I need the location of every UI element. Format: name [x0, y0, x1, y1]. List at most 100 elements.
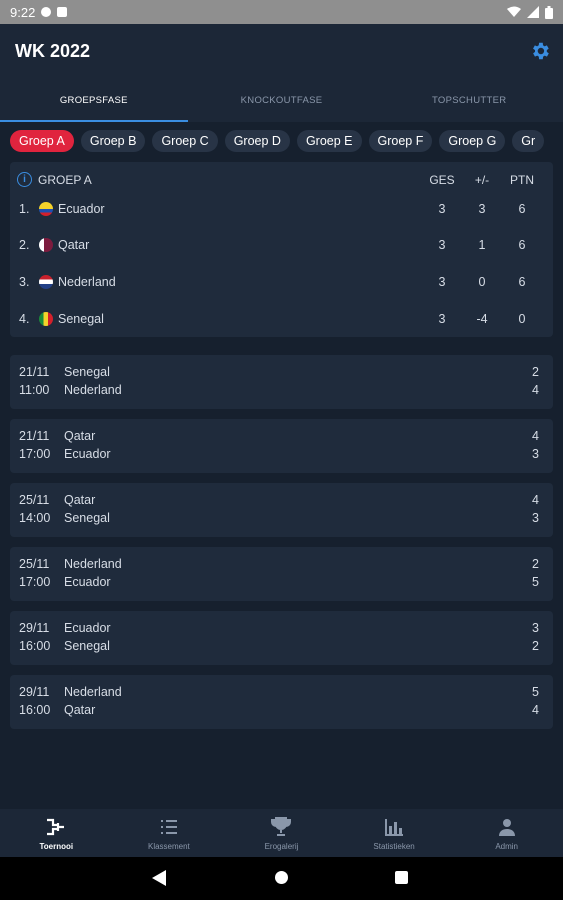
tab-groepsfase[interactable]: GROEPSFASE [0, 78, 188, 122]
match-time: 17:00 [19, 447, 51, 461]
away-score: 2 [532, 639, 539, 653]
chip-groep-a[interactable]: Groep A [10, 130, 74, 152]
match-card[interactable]: 21/11 11:00 Senegal Nederland 2 4 [10, 355, 553, 409]
match-date: 25/11 [19, 493, 50, 507]
chip-groep-b[interactable]: Groep B [80, 130, 146, 152]
match-card[interactable]: 25/11 17:00 Nederland Ecuador 2 5 [10, 547, 553, 601]
team-diff: 1 [478, 238, 486, 252]
status-bar: 9:22 [0, 0, 563, 24]
ecuador-flag-icon [39, 202, 53, 216]
home-team: Qatar [64, 493, 96, 507]
away-score: 5 [532, 575, 539, 589]
team-position: 1. [19, 202, 30, 216]
netherlands-flag-icon [39, 275, 53, 289]
nav-label: Statistieken [373, 842, 415, 851]
away-score: 3 [532, 447, 539, 461]
match-card[interactable]: 21/11 17:00 Qatar Ecuador 4 3 [10, 419, 553, 473]
nav-toernooi[interactable]: Toernooi [0, 809, 113, 857]
nav-admin[interactable]: Admin [450, 809, 563, 857]
nav-label: Erogalerij [264, 842, 299, 851]
bracket-icon [45, 816, 67, 838]
match-date: 29/11 [19, 621, 50, 635]
team-name: Nederland [58, 275, 116, 289]
away-team: Nederland [64, 383, 122, 397]
chip-groep-c[interactable]: Groep C [152, 130, 218, 152]
chip-groep-g[interactable]: Groep G [439, 130, 506, 152]
chip-groep-d[interactable]: Groep D [224, 130, 290, 152]
tab-bar: GROEPSFASE KNOCKOUTFASE TOPSCHUTTER [0, 78, 563, 122]
team-ges: 3 [438, 312, 446, 326]
standings-header: i GROEP A GES +/- PTN [10, 170, 553, 190]
notification-icon [41, 7, 52, 17]
system-navigation-bar [0, 857, 563, 900]
match-time: 16:00 [19, 639, 51, 653]
app-notification-icon [57, 7, 68, 17]
standings-row[interactable]: 2. Qatar 3 1 6 [10, 235, 553, 255]
away-team: Qatar [64, 703, 96, 717]
tab-topschutter[interactable]: TOPSCHUTTER [375, 78, 563, 122]
home-score: 4 [532, 493, 539, 507]
team-position: 2. [19, 238, 30, 252]
standings-row[interactable]: 1. Ecuador 3 3 6 [10, 199, 553, 219]
standings-card: i GROEP A GES +/- PTN 1. Ecuador 3 3 6 2… [10, 162, 553, 337]
team-position: 4. [19, 312, 30, 326]
home-icon[interactable] [275, 871, 288, 884]
signal-icon [527, 6, 539, 18]
team-ges: 3 [438, 238, 446, 252]
match-card[interactable]: 29/11 16:00 Nederland Qatar 5 4 [10, 675, 553, 729]
team-name: Qatar [58, 238, 90, 252]
home-team: Nederland [64, 685, 122, 699]
away-team: Ecuador [64, 575, 111, 589]
group-title: GROEP A [38, 173, 92, 187]
standings-row[interactable]: 3. Nederland 3 0 6 [10, 272, 553, 292]
away-team: Senegal [64, 511, 110, 525]
bar-chart-icon [384, 816, 404, 838]
tab-knockoutfase[interactable]: KNOCKOUTFASE [188, 78, 376, 122]
group-chip-list: Groep A Groep B Groep C Groep D Groep E … [10, 130, 563, 152]
chip-groep-f[interactable]: Groep F [368, 130, 433, 152]
nav-erogalerij[interactable]: Erogalerij [225, 809, 338, 857]
home-team: Senegal [64, 365, 110, 379]
senegal-flag-icon [39, 312, 53, 326]
recent-apps-icon[interactable] [395, 871, 408, 884]
nav-statistieken[interactable]: Statistieken [338, 809, 451, 857]
back-icon[interactable] [152, 870, 166, 886]
team-diff: 0 [478, 275, 486, 289]
match-card[interactable]: 25/11 14:00 Qatar Senegal 4 3 [10, 483, 553, 537]
match-card[interactable]: 29/11 16:00 Ecuador Senegal 3 2 [10, 611, 553, 665]
team-name: Ecuador [58, 202, 105, 216]
team-diff: -4 [476, 312, 488, 326]
team-ges: 3 [438, 202, 446, 216]
column-ptn: PTN [510, 173, 534, 187]
home-score: 3 [532, 621, 539, 635]
trophy-icon [270, 816, 292, 838]
home-score: 5 [532, 685, 539, 699]
info-icon[interactable]: i [17, 172, 32, 187]
chip-groep-h[interactable]: Gr [512, 130, 545, 152]
away-score: 4 [532, 703, 539, 717]
away-team: Senegal [64, 639, 110, 653]
match-time: 14:00 [19, 511, 51, 525]
app-bar: WK 2022 [0, 24, 563, 78]
team-ptn: 6 [518, 238, 526, 252]
team-ges: 3 [438, 275, 446, 289]
away-score: 3 [532, 511, 539, 525]
chip-groep-e[interactable]: Groep E [296, 130, 362, 152]
team-diff: 3 [478, 202, 486, 216]
match-date: 29/11 [19, 685, 50, 699]
match-time: 17:00 [19, 575, 51, 589]
list-icon [159, 816, 179, 838]
home-score: 2 [532, 365, 539, 379]
bottom-navigation: Toernooi Klassement Erogalerij Statistie… [0, 809, 563, 857]
away-team: Ecuador [64, 447, 111, 461]
team-ptn: 0 [518, 312, 526, 326]
column-ges: GES [429, 173, 455, 187]
column-diff: +/- [474, 173, 490, 187]
match-date: 21/11 [19, 365, 50, 379]
home-score: 4 [532, 429, 539, 443]
app-title: WK 2022 [15, 40, 91, 61]
team-position: 3. [19, 275, 30, 289]
standings-row[interactable]: 4. Senegal 3 -4 0 [10, 309, 553, 329]
nav-klassement[interactable]: Klassement [113, 809, 226, 857]
gear-icon[interactable] [529, 40, 551, 62]
